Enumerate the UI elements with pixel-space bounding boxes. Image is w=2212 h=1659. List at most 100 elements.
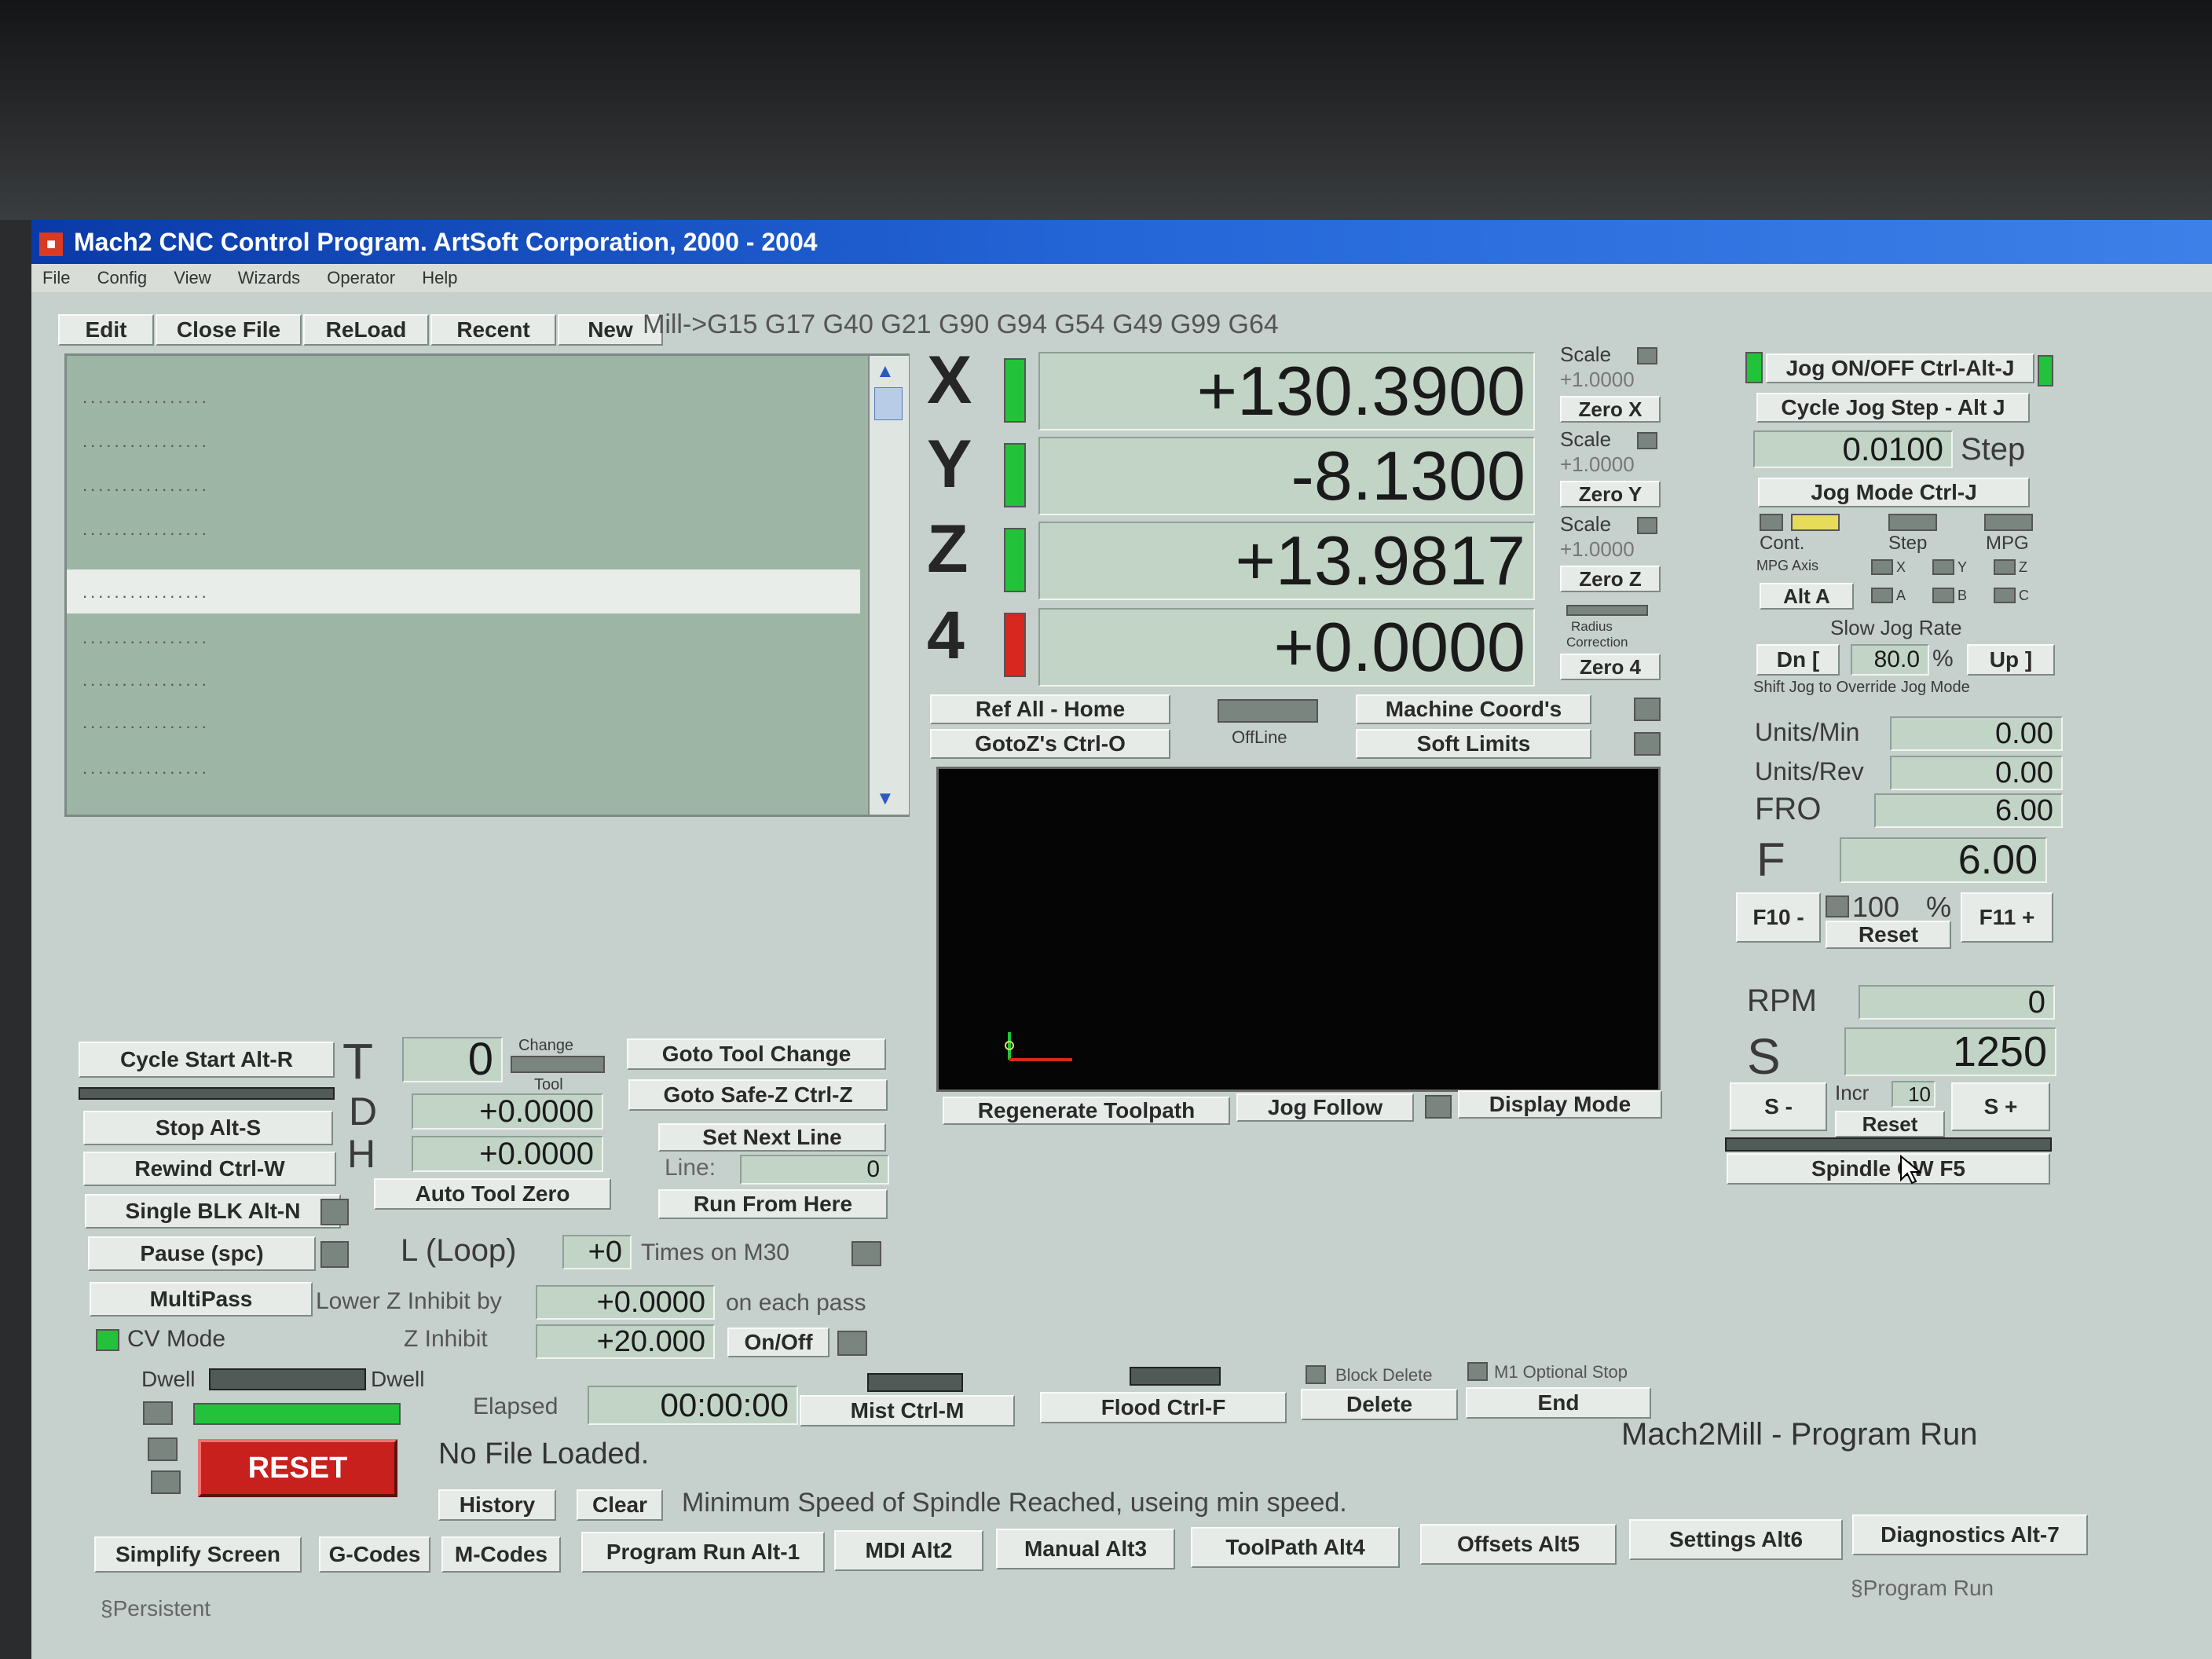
- goto-tool-change-button[interactable]: Goto Tool Change: [627, 1038, 886, 1070]
- reset-button[interactable]: RESET: [198, 1439, 397, 1497]
- axis-z-dro[interactable]: +13.9817: [1038, 522, 1535, 600]
- line-number-value[interactable]: 0: [740, 1155, 889, 1185]
- delete-button[interactable]: Delete: [1301, 1389, 1458, 1420]
- axis-4-dro[interactable]: +0.0000: [1038, 608, 1535, 687]
- slow-jog-rate-value[interactable]: 80.0: [1851, 644, 1929, 676]
- screen-settings-button[interactable]: Settings Alt6: [1629, 1519, 1843, 1560]
- run-from-here-button[interactable]: Run From Here: [658, 1189, 888, 1219]
- feed-f-value[interactable]: 6.00: [1840, 837, 2047, 883]
- machine-coords-button[interactable]: Machine Coord's: [1356, 694, 1591, 724]
- screen-simplify-button[interactable]: Simplify Screen: [94, 1536, 302, 1573]
- spindle-cw-button[interactable]: Spindle CW F5: [1727, 1153, 2050, 1185]
- mpg-axis-z-label: Z: [2019, 559, 2027, 575]
- clear-button[interactable]: Clear: [577, 1489, 663, 1521]
- gcode-line: ................: [82, 758, 210, 778]
- zero-y-button[interactable]: Zero Y: [1560, 481, 1661, 507]
- screen-diagnostics-button[interactable]: Diagnostics Alt-7: [1852, 1514, 2088, 1555]
- feed-reset-button[interactable]: Reset: [1826, 921, 1951, 949]
- cv-mode-led[interactable]: [96, 1329, 119, 1351]
- menu-operator[interactable]: Operator: [327, 268, 395, 287]
- mpg-axis-c-led[interactable]: [1994, 588, 2016, 603]
- spindle-reset-button[interactable]: Reset: [1835, 1111, 1945, 1137]
- screen-gcodes-button[interactable]: G-Codes: [319, 1536, 430, 1573]
- scale-z-value: +1.0000: [1560, 537, 1635, 561]
- cycle-jog-step-button[interactable]: Cycle Jog Step - Alt J: [1756, 393, 2030, 423]
- jog-mode-button[interactable]: Jog Mode Ctrl-J: [1758, 478, 2030, 507]
- feed-override-led: [1826, 895, 1849, 917]
- screen-program-run-button[interactable]: Program Run Alt-1: [581, 1532, 825, 1573]
- offline-led[interactable]: [1218, 699, 1318, 723]
- spindle-minus-button[interactable]: S -: [1730, 1082, 1827, 1131]
- single-block-button[interactable]: Single BLK Alt-N: [85, 1194, 341, 1229]
- edit-button[interactable]: Edit: [58, 314, 154, 346]
- mpg-axis-y-led[interactable]: [1932, 559, 1954, 575]
- menu-help[interactable]: Help: [422, 268, 457, 287]
- rewind-button[interactable]: Rewind Ctrl-W: [83, 1152, 336, 1186]
- menu-wizards[interactable]: Wizards: [238, 268, 300, 287]
- menu-file[interactable]: File: [42, 268, 70, 287]
- goto-safe-z-button[interactable]: Goto Safe-Z Ctrl-Z: [628, 1079, 888, 1111]
- jog-follow-button[interactable]: Jog Follow: [1236, 1093, 1414, 1122]
- mist-button[interactable]: Mist Ctrl-M: [800, 1395, 1015, 1426]
- scroll-up-icon[interactable]: ▲: [876, 361, 895, 383]
- app-icon: ■: [39, 232, 63, 256]
- pause-button[interactable]: Pause (spc): [88, 1236, 316, 1271]
- f11-button[interactable]: F11 +: [1961, 892, 2053, 943]
- auto-tool-zero-button[interactable]: Auto Tool Zero: [374, 1178, 611, 1210]
- recent-button[interactable]: Recent: [430, 314, 556, 346]
- tool-diameter-value[interactable]: +0.0000: [412, 1093, 603, 1130]
- history-button[interactable]: History: [438, 1489, 556, 1521]
- spindle-incr-value[interactable]: 10: [1892, 1081, 1936, 1108]
- mpg-axis-x-led[interactable]: [1871, 559, 1893, 575]
- lower-z-inhibit-value[interactable]: +0.0000: [536, 1285, 715, 1320]
- end-button[interactable]: End: [1466, 1387, 1651, 1419]
- screen-toolpath-button[interactable]: ToolPath Alt4: [1191, 1527, 1400, 1568]
- screen-mdi-button[interactable]: MDI Alt2: [834, 1530, 983, 1571]
- ref-all-home-button[interactable]: Ref All - Home: [930, 694, 1170, 724]
- tool-height-value[interactable]: +0.0000: [412, 1136, 603, 1172]
- cycle-start-button[interactable]: Cycle Start Alt-R: [79, 1042, 335, 1078]
- zero-x-button[interactable]: Zero X: [1560, 396, 1661, 423]
- menu-view[interactable]: View: [174, 268, 211, 287]
- mpg-axis-a-led[interactable]: [1871, 588, 1893, 603]
- reload-button[interactable]: ReLoad: [303, 314, 429, 346]
- gcode-scrollbar[interactable]: ▲ ▼: [868, 356, 909, 815]
- mpg-axis-z-led[interactable]: [1994, 559, 2016, 575]
- jog-rate-up-button[interactable]: Up ]: [1967, 644, 2055, 676]
- zero-z-button[interactable]: Zero Z: [1560, 566, 1661, 592]
- flood-button[interactable]: Flood Ctrl-F: [1040, 1392, 1287, 1423]
- mpg-axis-b-led[interactable]: [1932, 588, 1954, 603]
- toolpath-display[interactable]: [936, 767, 1661, 1092]
- jog-on-off-button[interactable]: Jog ON/OFF Ctrl-Alt-J: [1766, 353, 2034, 383]
- menu-config[interactable]: Config: [97, 268, 148, 287]
- z-inhibit-on-off-button[interactable]: On/Off: [727, 1328, 830, 1357]
- block-delete-led[interactable]: [1306, 1365, 1326, 1384]
- axis-x-dro[interactable]: +130.3900: [1038, 352, 1535, 430]
- screen-manual-button[interactable]: Manual Alt3: [996, 1529, 1175, 1569]
- multipass-button[interactable]: MultiPass: [90, 1282, 313, 1317]
- goto-zs-button[interactable]: GotoZ's Ctrl-O: [930, 729, 1170, 759]
- axis-y-dro[interactable]: -8.1300: [1038, 437, 1535, 515]
- zero-4-button[interactable]: Zero 4: [1560, 654, 1661, 680]
- loop-count-value[interactable]: +0: [562, 1235, 632, 1269]
- spindle-s-value[interactable]: 1250: [1844, 1027, 2056, 1076]
- alt-a-button[interactable]: Alt A: [1760, 583, 1854, 610]
- scroll-down-icon[interactable]: ▼: [876, 788, 895, 810]
- m1-optional-stop-led[interactable]: [1467, 1362, 1488, 1381]
- jog-step-value[interactable]: 0.0100: [1753, 430, 1953, 468]
- regenerate-toolpath-button[interactable]: Regenerate Toolpath: [943, 1097, 1230, 1125]
- jog-rate-down-button[interactable]: Dn [: [1756, 644, 1840, 676]
- screen-mcodes-button[interactable]: M-Codes: [441, 1536, 561, 1573]
- z-inhibit-value[interactable]: +20.000: [536, 1324, 715, 1359]
- scroll-thumb[interactable]: [874, 387, 903, 420]
- close-file-button[interactable]: Close File: [156, 314, 302, 346]
- soft-limits-button[interactable]: Soft Limits: [1356, 729, 1591, 759]
- display-mode-button[interactable]: Display Mode: [1458, 1090, 1662, 1119]
- gcode-display[interactable]: ................ ................ ......…: [64, 353, 910, 817]
- f10-button[interactable]: F10 -: [1736, 892, 1821, 943]
- stop-button[interactable]: Stop Alt-S: [83, 1111, 333, 1145]
- tool-number-value[interactable]: 0: [402, 1037, 503, 1082]
- screen-offsets-button[interactable]: Offsets Alt5: [1420, 1524, 1617, 1565]
- spindle-plus-button[interactable]: S +: [1951, 1082, 2050, 1131]
- set-next-line-button[interactable]: Set Next Line: [658, 1123, 886, 1152]
